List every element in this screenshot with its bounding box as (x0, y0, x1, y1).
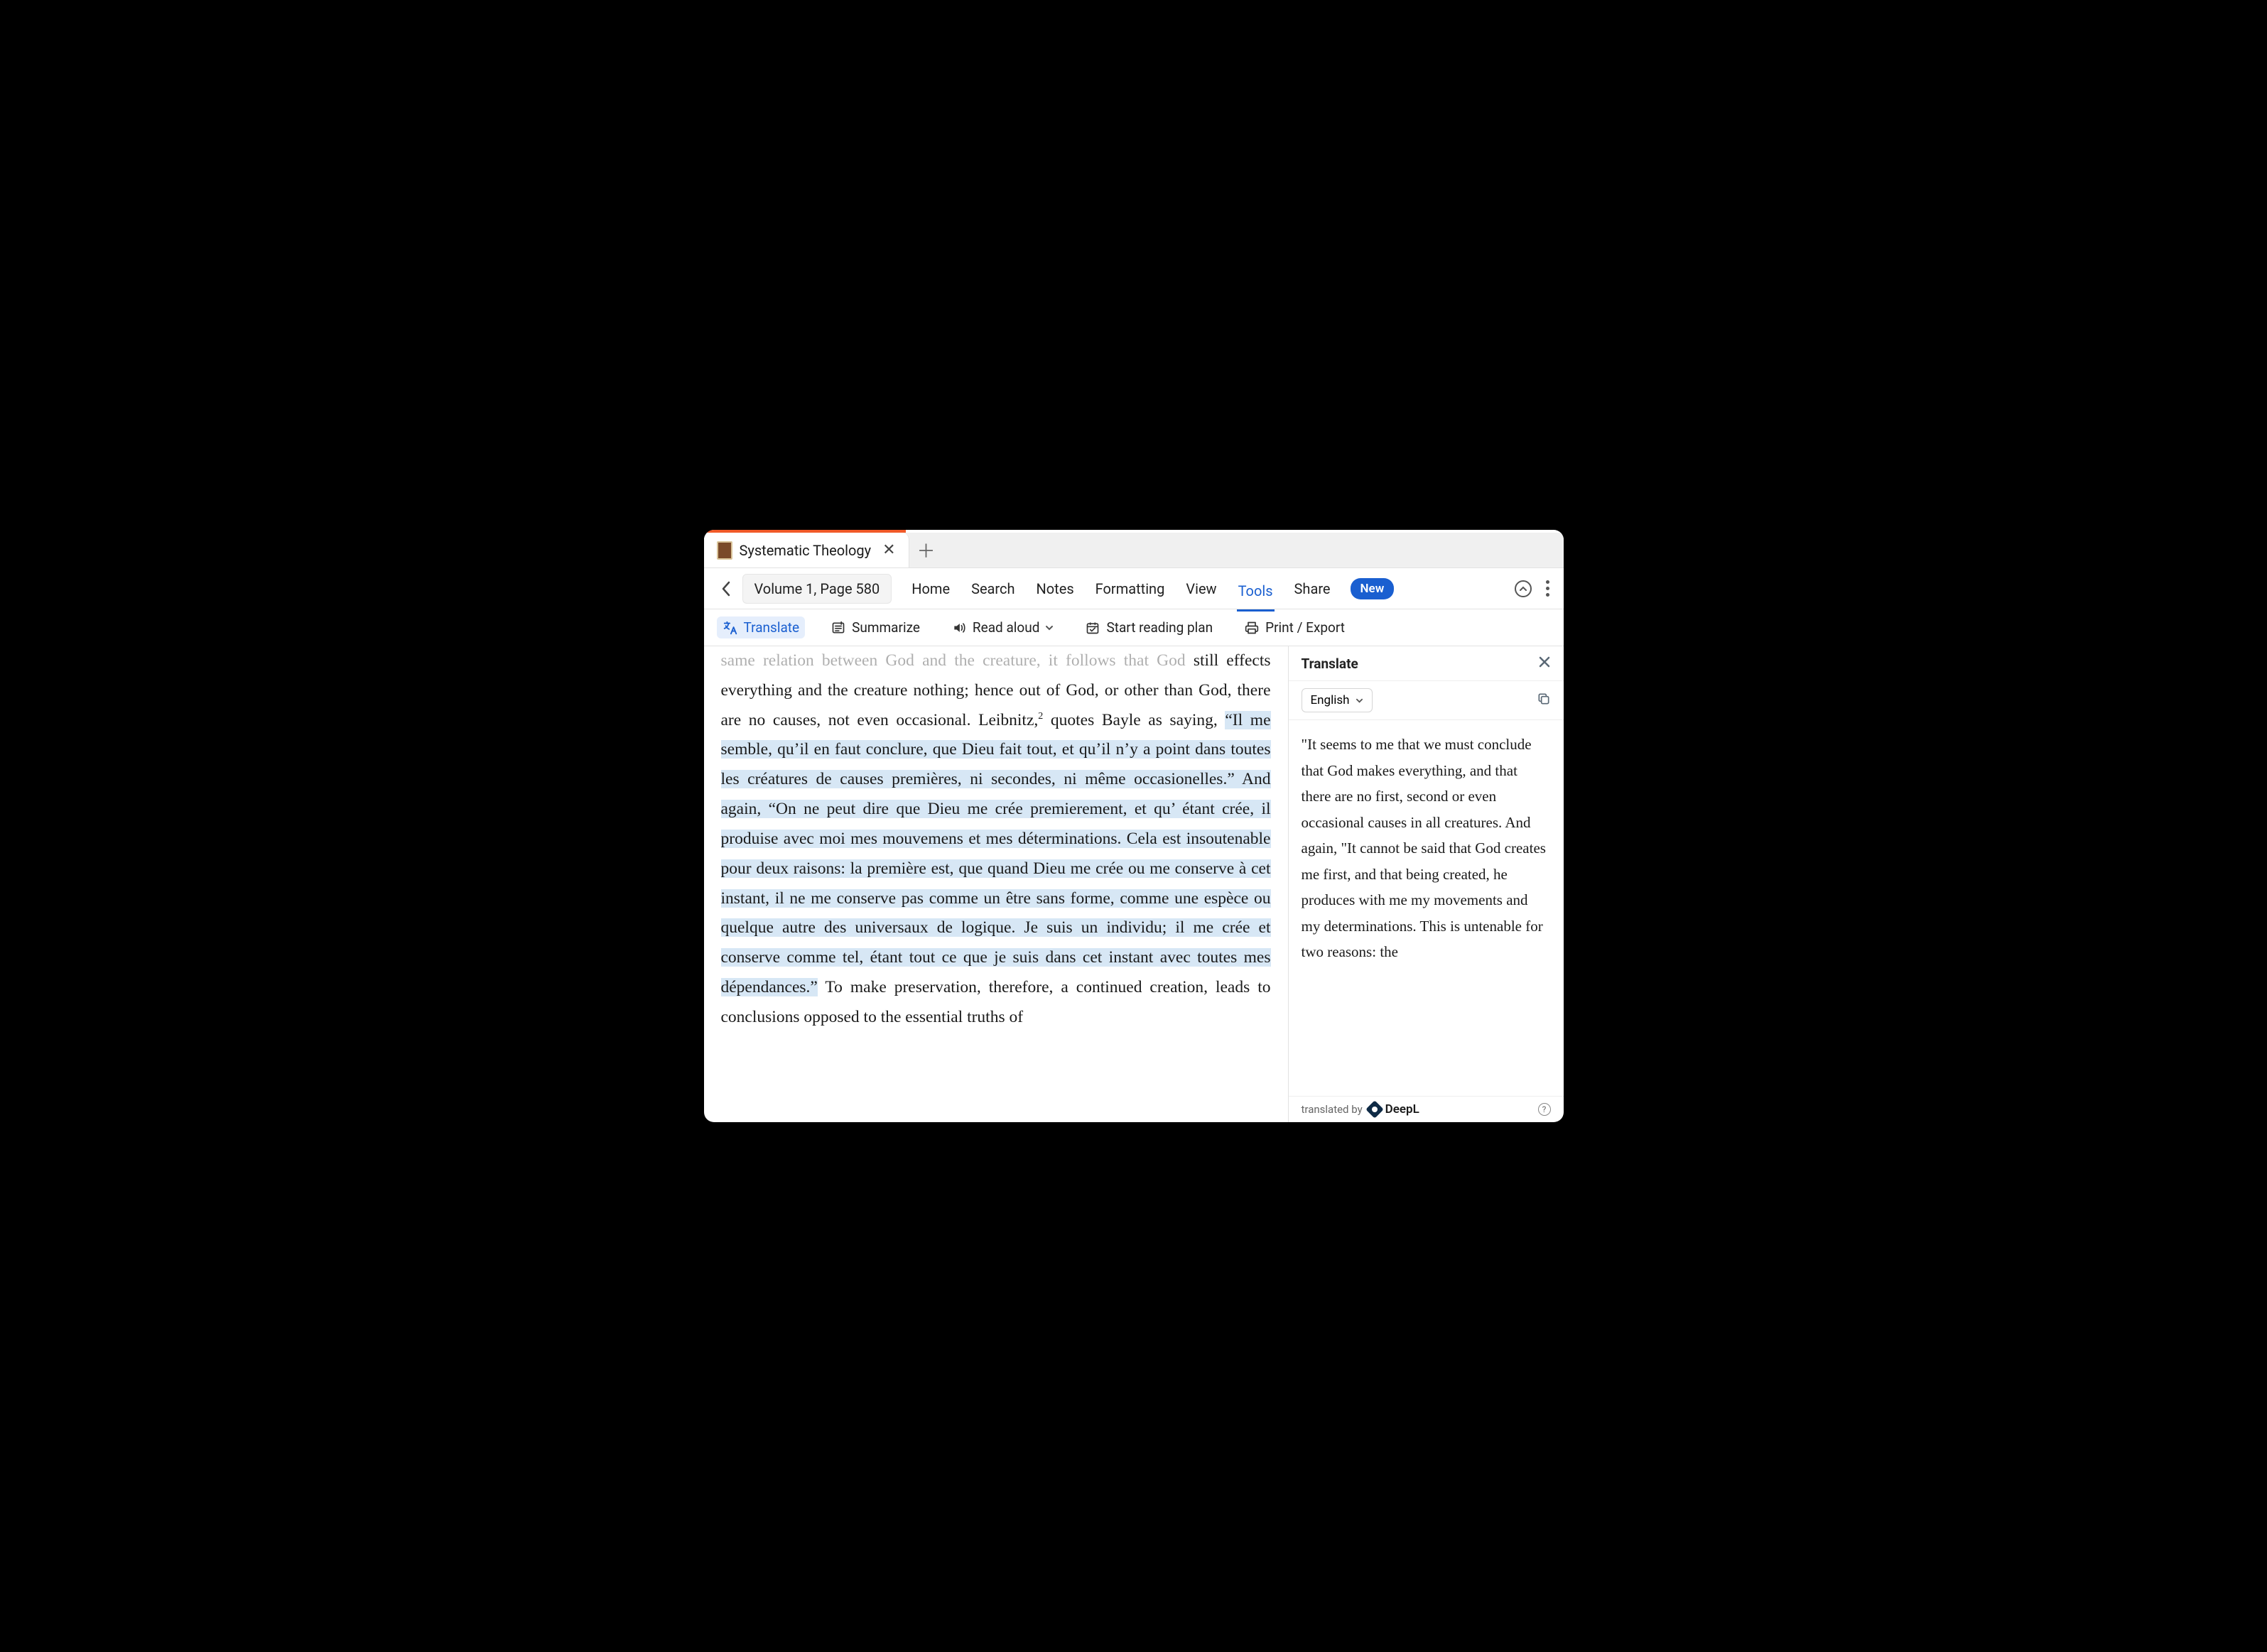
tab-title: Systematic Theology (740, 542, 872, 559)
read-aloud-label: Read aloud (973, 619, 1040, 636)
translation-text: "It seems to me that we must conclude th… (1302, 736, 1546, 960)
deepl-logo-icon (1365, 1100, 1383, 1118)
calendar-check-icon (1085, 620, 1100, 636)
more-menu-button[interactable] (1543, 577, 1552, 599)
document-tab[interactable]: Systematic Theology ✕ (704, 533, 909, 567)
tools-toolbar: Translate Summarize Read aloud Start rea… (704, 609, 1564, 646)
reader-pre-highlight-2: quotes Bayle as saying, (1043, 711, 1225, 729)
translate-icon (723, 620, 738, 636)
panel-title: Translate (1302, 656, 1358, 672)
summarize-label: Summarize (852, 619, 920, 636)
close-tab-icon[interactable]: ✕ (882, 541, 895, 559)
menu-share[interactable]: Share (1293, 576, 1332, 602)
copy-button[interactable] (1537, 692, 1551, 709)
summarize-icon (830, 620, 846, 636)
new-badge[interactable]: New (1351, 578, 1395, 599)
menu-home[interactable]: Home (910, 576, 951, 602)
new-tab-button[interactable]: ＋ (909, 533, 943, 567)
reader-pane[interactable]: same relation between God and the creatu… (704, 646, 1288, 1122)
breadcrumb[interactable]: Volume 1, Page 580 (742, 574, 892, 604)
speaker-icon (951, 620, 967, 636)
chevron-down-icon (1356, 697, 1363, 704)
translate-button[interactable]: Translate (717, 616, 806, 638)
content-area: same relation between God and the creatu… (704, 646, 1564, 1122)
summarize-button[interactable]: Summarize (825, 616, 926, 638)
menu-bar: Volume 1, Page 580 Home Search Notes For… (704, 568, 1564, 609)
provider-name: DeepL (1385, 1102, 1419, 1116)
collapse-button[interactable] (1515, 580, 1532, 597)
book-favicon-icon (717, 541, 732, 560)
language-select[interactable]: English (1302, 688, 1373, 712)
tab-strip: Systematic Theology ✕ ＋ (704, 533, 1564, 568)
provider-link[interactable]: DeepL (1368, 1102, 1419, 1116)
back-button[interactable] (715, 578, 737, 599)
start-plan-label: Start reading plan (1106, 619, 1213, 636)
chevron-left-icon (721, 581, 731, 597)
print-export-button[interactable]: Print / Export (1238, 616, 1351, 638)
translate-label: Translate (744, 619, 800, 636)
panel-body[interactable]: "It seems to me that we must conclude th… (1289, 720, 1564, 1096)
print-export-label: Print / Export (1265, 619, 1345, 636)
menu-tools[interactable]: Tools (1237, 578, 1275, 612)
language-label: English (1311, 693, 1350, 707)
menu-items: Home Search Notes Formatting View Tools … (910, 576, 1394, 602)
translate-panel: Translate English "It seems to me that w… (1288, 646, 1564, 1122)
footer-pre-text: translated by (1302, 1103, 1363, 1116)
chevron-down-icon (1045, 624, 1054, 631)
close-panel-button[interactable] (1538, 655, 1551, 672)
chevron-up-icon (1520, 586, 1527, 592)
menu-right (1515, 577, 1552, 599)
print-icon (1244, 620, 1260, 636)
start-reading-plan-button[interactable]: Start reading plan (1079, 616, 1218, 638)
read-aloud-button[interactable]: Read aloud (946, 616, 1060, 638)
panel-header: Translate (1289, 646, 1564, 681)
menu-notes[interactable]: Notes (1035, 576, 1076, 602)
menu-formatting[interactable]: Formatting (1094, 576, 1167, 602)
menu-search[interactable]: Search (970, 576, 1016, 602)
help-button[interactable]: ? (1538, 1103, 1551, 1116)
close-icon (1538, 656, 1551, 668)
panel-controls: English (1289, 681, 1564, 720)
copy-icon (1537, 692, 1551, 706)
app-window: Systematic Theology ✕ ＋ Volume 1, Page 5… (704, 530, 1564, 1122)
menu-view[interactable]: View (1184, 576, 1218, 602)
breadcrumb-label: Volume 1, Page 580 (754, 580, 880, 597)
panel-footer: translated by DeepL ? (1289, 1096, 1564, 1122)
reader-cutoff-top: same relation between God and the creatu… (721, 651, 1186, 670)
reader-highlighted-text[interactable]: “Il me semble, qu’il en faut conclure, q… (721, 711, 1271, 996)
